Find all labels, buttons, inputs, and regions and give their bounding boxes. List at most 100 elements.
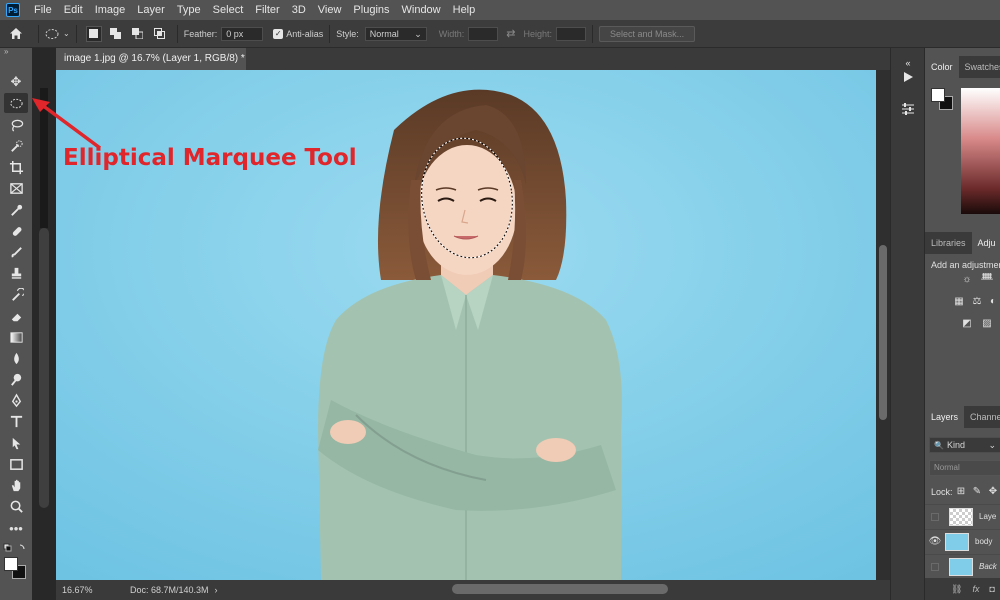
lock-image-icon[interactable]: ✎ bbox=[971, 486, 983, 497]
clone-stamp-tool-icon[interactable] bbox=[4, 263, 28, 283]
properties-sliders-icon[interactable] bbox=[897, 98, 919, 120]
lock-transparent-icon[interactable]: ⊞ bbox=[955, 486, 967, 497]
layer-row[interactable]: Back bbox=[925, 554, 1000, 578]
tab-channels[interactable]: Channels bbox=[964, 406, 1000, 428]
style-select[interactable]: Normal ⌄ bbox=[364, 26, 427, 41]
eraser-tool-icon[interactable] bbox=[4, 306, 28, 326]
pen-tool-icon[interactable] bbox=[4, 390, 28, 410]
lock-label: Lock: bbox=[931, 487, 953, 497]
menu-file[interactable]: File bbox=[28, 0, 58, 20]
swap-width-height-icon[interactable]: ⇄ bbox=[506, 27, 515, 40]
menu-image[interactable]: Image bbox=[89, 0, 132, 20]
color-panel-tabs: Color Swatches bbox=[925, 56, 1000, 78]
height-input[interactable] bbox=[556, 26, 587, 41]
path-selection-tool-icon[interactable] bbox=[4, 433, 28, 453]
black-white-icon[interactable]: ◐ bbox=[987, 296, 999, 307]
annotation-label: Elliptical Marquee Tool bbox=[63, 145, 357, 171]
hue-saturation-icon[interactable]: ▦ bbox=[953, 296, 965, 307]
style-label: Style: bbox=[336, 28, 359, 39]
horizontal-scroll-thumb[interactable] bbox=[452, 584, 668, 594]
layer-name[interactable]: body bbox=[975, 537, 992, 546]
intersect-selection-button[interactable] bbox=[152, 26, 168, 42]
menu-layer[interactable]: Layer bbox=[131, 0, 171, 20]
feather-input[interactable]: 0 px bbox=[221, 26, 264, 41]
zoom-tool-icon[interactable] bbox=[4, 496, 28, 516]
eye-icon[interactable]: 👁 bbox=[925, 536, 945, 547]
status-chevron-icon[interactable]: › bbox=[215, 585, 218, 595]
history-brush-tool-icon[interactable] bbox=[4, 285, 28, 305]
tab-libraries[interactable]: Libraries bbox=[925, 232, 972, 254]
more-tools-icon[interactable]: ••• bbox=[4, 518, 28, 538]
subtract-from-selection-button[interactable] bbox=[130, 26, 146, 42]
tool-preset-picker[interactable]: ⌄ bbox=[45, 28, 70, 40]
foreground-color-swatch[interactable] bbox=[4, 557, 18, 571]
tab-swatches[interactable]: Swatches bbox=[959, 56, 1000, 78]
menu-view[interactable]: View bbox=[312, 0, 348, 20]
antialias-checkbox[interactable]: ✓ bbox=[273, 28, 284, 39]
visibility-toggle[interactable] bbox=[931, 512, 939, 521]
invert-icon[interactable]: ◩ bbox=[961, 318, 973, 329]
color-panel-swatches[interactable] bbox=[931, 88, 953, 110]
foreground-color-swatch[interactable] bbox=[931, 88, 945, 102]
link-icon[interactable]: ⛓ bbox=[951, 584, 962, 595]
visibility-toggle[interactable] bbox=[931, 562, 939, 571]
healing-brush-tool-icon[interactable] bbox=[4, 221, 28, 241]
type-tool-icon[interactable] bbox=[4, 411, 28, 431]
select-and-mask-button[interactable]: Select and Mask... bbox=[599, 25, 696, 42]
menu-edit[interactable]: Edit bbox=[58, 0, 89, 20]
play-actions-icon[interactable] bbox=[897, 66, 919, 88]
gradient-map-icon[interactable]: ▨ bbox=[981, 318, 993, 329]
document-tab[interactable]: image 1.jpg @ 16.7% (Layer 1, RGB/8) * bbox=[56, 48, 246, 70]
gradient-tool-icon[interactable] bbox=[4, 327, 28, 347]
doc-size-info[interactable]: Doc: 68.7M/140.3M bbox=[130, 585, 209, 595]
vertical-scrollbar[interactable] bbox=[876, 70, 890, 580]
fx-icon[interactable]: fx bbox=[972, 584, 979, 594]
rectangle-tool-icon[interactable] bbox=[4, 454, 28, 474]
new-selection-button[interactable] bbox=[85, 25, 102, 42]
tab-layers[interactable]: Layers bbox=[925, 406, 965, 428]
home-icon[interactable] bbox=[0, 27, 32, 40]
kind-filter-select[interactable]: 🔍 Kind ⌄ bbox=[929, 437, 1000, 453]
tab-color[interactable]: Color bbox=[925, 56, 959, 78]
collapse-grip-icon[interactable]: » bbox=[0, 48, 32, 56]
width-input[interactable] bbox=[468, 26, 499, 41]
color-balance-icon[interactable]: ⚖ bbox=[971, 296, 983, 307]
chevron-down-icon: ⌄ bbox=[63, 29, 70, 38]
layer-name[interactable]: Laye bbox=[979, 512, 996, 521]
move-tool-icon[interactable]: ✥ bbox=[4, 72, 28, 92]
color-swatches[interactable] bbox=[4, 557, 28, 581]
hand-tool-icon[interactable] bbox=[4, 475, 28, 495]
menu-help[interactable]: Help bbox=[447, 0, 482, 20]
search-icon: 🔍 bbox=[934, 440, 944, 450]
menu-plugins[interactable]: Plugins bbox=[347, 0, 395, 20]
menu-select[interactable]: Select bbox=[207, 0, 250, 20]
default-colors-icon[interactable] bbox=[3, 542, 29, 554]
layer-row[interactable]: Laye bbox=[925, 504, 1000, 528]
menu-filter[interactable]: Filter bbox=[249, 0, 285, 20]
lock-position-icon[interactable]: ✥ bbox=[987, 486, 999, 497]
mask-icon[interactable]: ◘ bbox=[989, 584, 994, 594]
separator bbox=[38, 24, 39, 43]
separator bbox=[329, 24, 331, 43]
tab-adjustments[interactable]: Adju bbox=[971, 232, 1000, 254]
add-to-selection-button[interactable] bbox=[108, 26, 124, 42]
layer-thumbnail bbox=[945, 532, 969, 551]
menu-window[interactable]: Window bbox=[396, 0, 447, 20]
brightness-icon[interactable]: ☼ bbox=[961, 274, 973, 285]
dodge-tool-icon[interactable] bbox=[4, 369, 28, 389]
zoom-level[interactable]: 16.67% bbox=[62, 585, 130, 595]
levels-icon[interactable]: ᚙ bbox=[981, 274, 993, 285]
scroll-thumb[interactable] bbox=[39, 228, 49, 508]
blend-mode-select[interactable]: Normal bbox=[929, 460, 1000, 476]
frame-tool-icon[interactable] bbox=[4, 178, 28, 198]
layer-row[interactable]: 👁 body bbox=[925, 529, 1000, 553]
eyedropper-tool-icon[interactable] bbox=[4, 200, 28, 220]
brush-tool-icon[interactable] bbox=[4, 242, 28, 262]
vertical-scroll-thumb[interactable] bbox=[879, 245, 887, 420]
blur-tool-icon[interactable] bbox=[4, 348, 28, 368]
width-label: Width: bbox=[438, 28, 465, 39]
menu-3d[interactable]: 3D bbox=[286, 0, 312, 20]
color-spectrum[interactable] bbox=[961, 88, 1000, 214]
layer-name[interactable]: Back bbox=[979, 562, 997, 571]
menu-type[interactable]: Type bbox=[171, 0, 207, 20]
